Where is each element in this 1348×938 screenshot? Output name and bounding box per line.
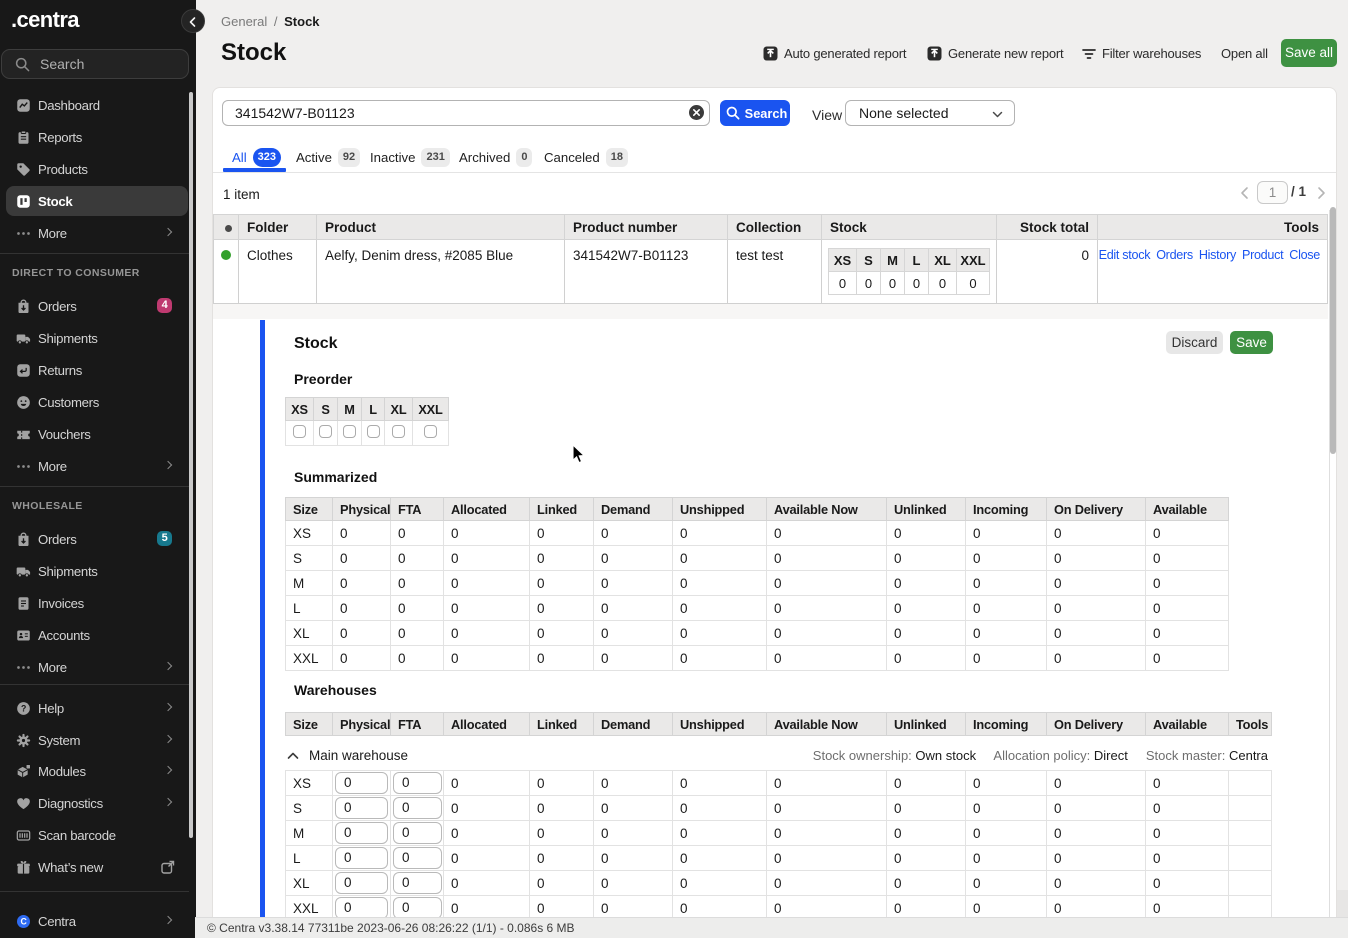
svg-text:?: ?: [21, 703, 26, 713]
svg-text:C: C: [20, 916, 27, 926]
